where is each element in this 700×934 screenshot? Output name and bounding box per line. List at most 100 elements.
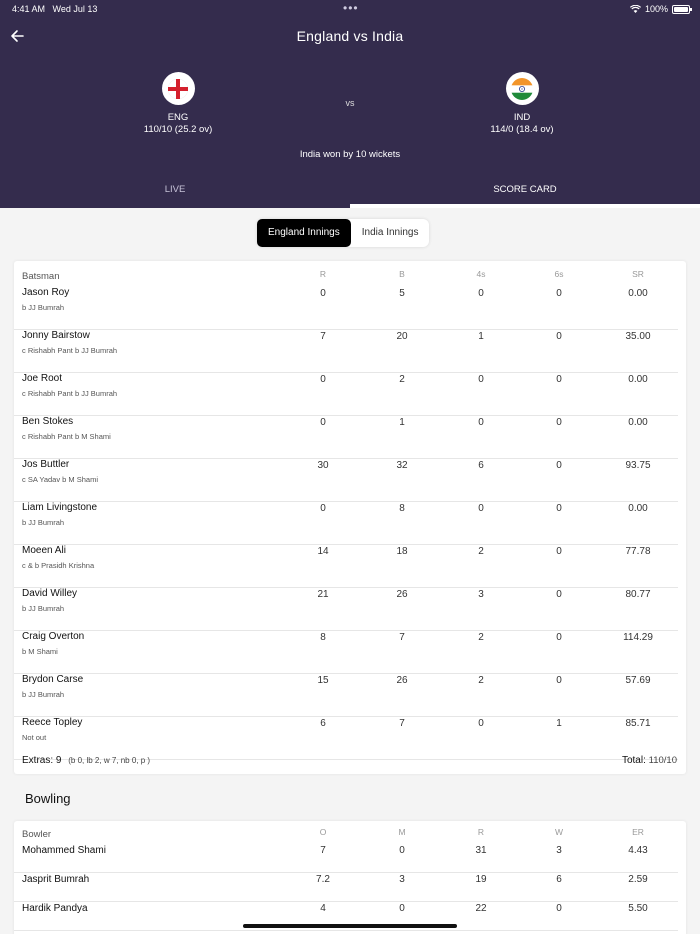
maidens-header: M: [398, 827, 406, 837]
strike-rate: 0.00: [628, 417, 648, 428]
maidens: 0: [399, 845, 405, 856]
balls: 5: [399, 288, 405, 299]
total-value: 110/10: [648, 755, 677, 766]
runs: 21: [317, 589, 329, 600]
runs-conceded: 31: [475, 845, 487, 856]
table-row: Jason Roy b JJ Bumrah 0 5 0 0 0.00: [14, 287, 678, 330]
overs: 7.2: [316, 874, 330, 885]
table-row: Ben Stokes c Rishabh Pant b M Shami 0 1 …: [14, 416, 678, 459]
economy-header: ER: [632, 827, 644, 837]
table-row: Mohammed Shami 7 0 31 3 4.43: [14, 845, 678, 873]
team1-score: 110/10 (25.2 ov): [143, 123, 213, 135]
batsman-name: Liam Livingstone: [22, 502, 98, 513]
sixes: 0: [556, 460, 562, 471]
runs: 30: [317, 460, 329, 471]
batting-header-row: Batsman R B 4s 6s SR: [14, 269, 686, 283]
fours: 0: [478, 288, 484, 299]
runs: 0: [320, 374, 326, 385]
fours: 2: [478, 675, 484, 686]
sixes: 0: [556, 417, 562, 428]
tab-score-card[interactable]: SCORE CARD: [350, 178, 700, 208]
sixes: 0: [556, 675, 562, 686]
batsman-name: Reece Topley: [22, 717, 83, 728]
balls: 26: [396, 589, 408, 600]
india-innings-button[interactable]: India Innings: [351, 219, 430, 247]
fours: 2: [478, 546, 484, 557]
sixes: 0: [556, 546, 562, 557]
bowler-name: Jasprit Bumrah: [22, 874, 90, 885]
dismissal: b JJ Bumrah: [22, 518, 65, 527]
wickets-header: W: [554, 827, 564, 837]
extras-label: Extras: 9: [22, 755, 62, 766]
match-result: India won by 10 wickets: [299, 149, 401, 160]
bowler-header: Bowler: [22, 829, 52, 840]
dismissal: Not out: [22, 733, 47, 742]
strike-rate: 0.00: [628, 503, 648, 514]
multitask-dots-icon[interactable]: •••: [343, 1, 359, 15]
table-row: Brydon Carse b JJ Bumrah 15 26 2 0 57.69: [14, 674, 678, 717]
batsman-name: Craig Overton: [22, 631, 85, 642]
runs: 6: [320, 718, 326, 729]
wickets: 3: [556, 845, 562, 856]
dismissal: b M Shami: [22, 647, 58, 656]
table-row: Reece Topley Not out 6 7 0 1 85.71: [14, 717, 678, 760]
balls: 2: [399, 374, 405, 385]
dismissal: c Rishabh Pant b JJ Bumrah: [22, 346, 118, 355]
wickets: 6: [556, 874, 562, 885]
status-time: 4:41 AM Wed Jul 13: [12, 4, 98, 14]
extras-detail: (b 0, lb 2, w 7, nb 0, p ): [68, 756, 151, 765]
fours: 0: [478, 503, 484, 514]
vs-label: vs: [345, 98, 355, 108]
strike-rate-header: SR: [632, 269, 644, 279]
innings-total: Total: 110/10: [622, 755, 677, 766]
batsman-name: David Willey: [22, 588, 78, 599]
extras: Extras: 9 (b 0, lb 2, w 7, nb 0, p ): [22, 755, 150, 766]
runs: 14: [317, 546, 329, 557]
batsman-name: Jason Roy: [22, 287, 70, 298]
dismissal: b JJ Bumrah: [22, 604, 65, 613]
runs: 15: [317, 675, 329, 686]
overs-header: O: [319, 827, 327, 837]
england-innings-button[interactable]: England Innings: [257, 219, 351, 247]
sixes: 0: [556, 632, 562, 643]
dismissal: c SA Yadav b M Shami: [22, 475, 99, 484]
team-india: IND 114/0 (18.4 ov): [447, 72, 597, 135]
overs: 4: [320, 903, 326, 914]
strike-rate: 0.00: [628, 374, 648, 385]
runs: 7: [320, 331, 326, 342]
sixes-header: 6s: [554, 269, 564, 279]
batsman-name: Jos Buttler: [22, 459, 70, 470]
dismissal: b JJ Bumrah: [22, 690, 65, 699]
overs: 7: [320, 845, 326, 856]
sixes: 0: [556, 589, 562, 600]
economy: 5.50: [628, 903, 648, 914]
table-row: Moeen Ali c & b Prasidh Krishna 14 18 2 …: [14, 545, 678, 588]
bowler-name: Hardik Pandya: [22, 903, 88, 914]
strike-rate: 57.69: [625, 675, 651, 686]
runs: 0: [320, 417, 326, 428]
total-label: Total:: [621, 755, 646, 766]
balls: 8: [399, 503, 405, 514]
page-title: England vs India: [296, 28, 404, 44]
team2-score: 114/0 (18.4 ov): [490, 123, 554, 135]
strike-rate: 0.00: [628, 288, 648, 299]
dismissal: c Rishabh Pant b JJ Bumrah: [22, 389, 118, 398]
fours-header: 4s: [476, 269, 486, 279]
economy: 4.43: [628, 845, 648, 856]
fours: 1: [478, 331, 484, 342]
bowler-name: Mohammed Shami: [22, 845, 106, 856]
battery-percent: 100%: [644, 4, 668, 14]
home-indicator[interactable]: [243, 924, 457, 928]
balls: 7: [399, 718, 405, 729]
team2-code: IND: [513, 112, 531, 123]
batting-card: Batsman R B 4s 6s SR Jason Roy b JJ Bumr…: [14, 261, 686, 774]
runs-conceded-header: R: [477, 827, 485, 837]
tab-live[interactable]: LIVE: [0, 178, 350, 208]
balls: 1: [399, 417, 405, 428]
balls: 7: [399, 632, 405, 643]
table-row: David Willey b JJ Bumrah 21 26 3 0 80.77: [14, 588, 678, 631]
dismissal: b JJ Bumrah: [22, 303, 65, 312]
runs-conceded: 19: [475, 874, 487, 885]
dismissal: c Rishabh Pant b M Shami: [22, 432, 111, 441]
table-row: Jasprit Bumrah 7.2 3 19 6 2.59: [14, 874, 678, 902]
